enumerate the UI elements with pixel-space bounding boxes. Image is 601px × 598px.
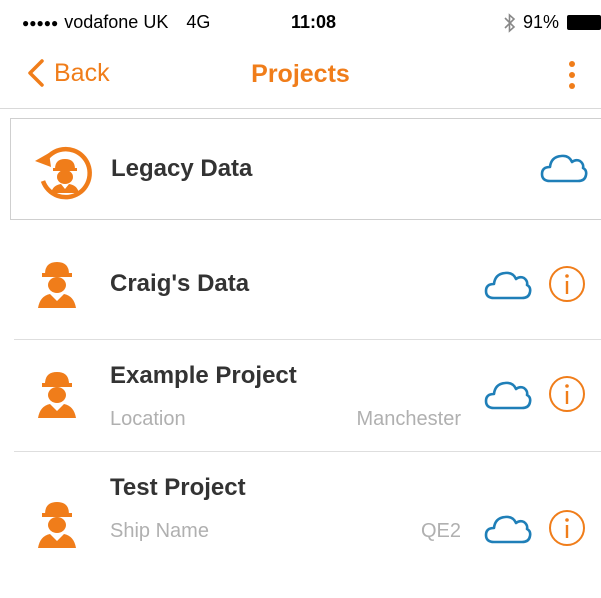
project-row-example-project[interactable]: Example Project Location Manchester <box>0 340 601 450</box>
bluetooth-icon <box>504 12 516 33</box>
project-row-craigs-data[interactable]: Craig's Data <box>0 230 601 338</box>
legacy-worker-icon <box>35 146 92 200</box>
battery-icon <box>567 15 601 30</box>
cloud-sync-icon[interactable] <box>540 151 588 185</box>
cloud-sync-icon[interactable] <box>484 378 532 412</box>
info-icon[interactable] <box>548 375 586 413</box>
project-field-value: Manchester <box>356 408 462 430</box>
signal-strength-icon: ●●●●● <box>22 15 59 30</box>
worker-icon <box>38 502 76 548</box>
info-icon[interactable] <box>548 265 586 303</box>
status-right: 91% <box>503 12 601 33</box>
worker-icon <box>38 262 76 308</box>
status-bar: ●●●●● vodafone UK 4G 11:08 91% <box>0 0 601 44</box>
project-field-label: Ship Name <box>110 520 209 542</box>
page-title: Projects <box>251 60 350 88</box>
network-type: 4G <box>186 12 211 32</box>
project-field-label: Location <box>110 408 186 430</box>
project-field-value: QE2 <box>420 520 461 542</box>
projects-screen: ●●●●● vodafone UK 4G 11:08 91% Back Proj… <box>0 0 601 598</box>
status-left: ●●●●● vodafone UK 4G <box>22 12 210 33</box>
cloud-sync-icon[interactable] <box>484 512 532 546</box>
info-icon[interactable] <box>548 509 586 547</box>
worker-icon <box>38 372 76 418</box>
project-row-test-project[interactable]: Test Project Ship Name QE2 <box>0 452 601 562</box>
cloud-sync-icon[interactable] <box>484 268 532 302</box>
project-title: Legacy Data <box>111 155 253 182</box>
more-vertical-icon[interactable] <box>565 58 579 92</box>
project-title: Example Project <box>110 362 297 389</box>
project-title: Craig's Data <box>110 270 250 297</box>
nav-bar: Back Projects <box>0 44 601 109</box>
status-time: 11:08 <box>291 12 337 32</box>
project-title: Test Project <box>110 474 246 501</box>
project-row-legacy-data[interactable]: Legacy Data <box>10 118 601 220</box>
carrier-name: vodafone UK <box>64 12 169 32</box>
battery-percent: 91% <box>522 12 559 32</box>
